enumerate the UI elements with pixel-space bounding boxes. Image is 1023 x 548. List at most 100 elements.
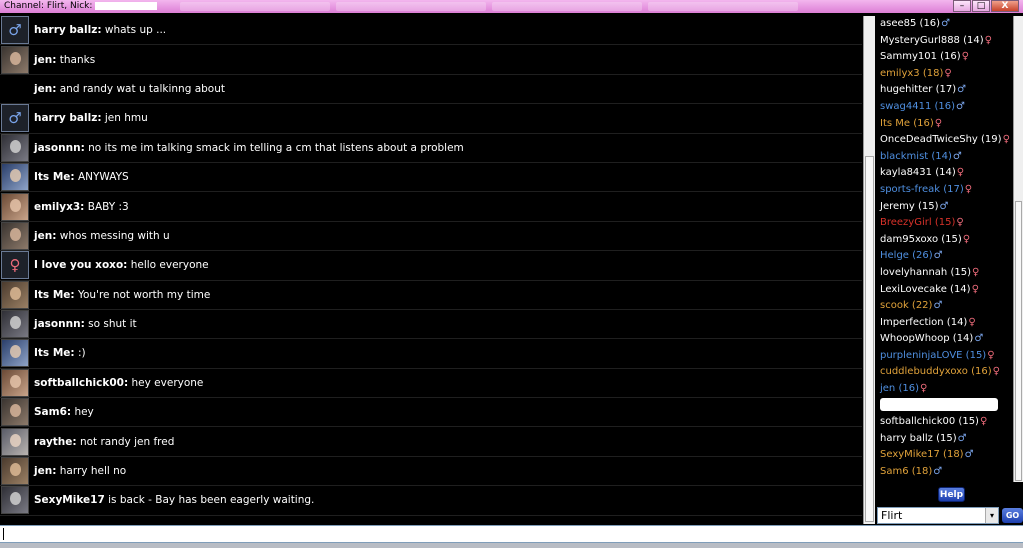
- user-list-item[interactable]: dam95xoxo (15)♀: [876, 232, 1012, 249]
- chat-message-row: Its Me: You're not worth my time: [0, 280, 862, 310]
- user-avatar-photo[interactable]: [1, 280, 29, 309]
- male-avatar-icon[interactable]: ♂: [1, 104, 29, 133]
- chat-body: not randy jen fred: [79, 435, 175, 448]
- user-list-item[interactable]: SexyMike17 (18)♂: [876, 447, 1012, 464]
- chat-nick[interactable]: jasonnn:: [34, 142, 85, 154]
- user-avatar-photo[interactable]: [1, 221, 29, 250]
- chat-message-text: jasonnn: no its me im talking smack im t…: [34, 142, 464, 154]
- user-list-item[interactable]: harry ballz (15)♂: [876, 431, 1012, 448]
- user-list-item[interactable]: scook (22)♂: [876, 298, 1012, 315]
- title-bar: Channel: Flirt, Nick: – □ X: [0, 0, 1023, 13]
- chat-nick[interactable]: Its Me:: [34, 171, 75, 183]
- chat-nick[interactable]: raythe:: [34, 436, 77, 448]
- close-button[interactable]: X: [991, 0, 1019, 12]
- chat-message-text: SexyMike17 is back - Bay has been eagerl…: [34, 494, 314, 506]
- user-list-item[interactable]: kayla8431 (14)♀: [876, 165, 1012, 182]
- chat-message-text: jen: harry hell no: [34, 465, 126, 477]
- user-avatar-photo[interactable]: [1, 310, 29, 339]
- chat-nick[interactable]: jen:: [34, 83, 56, 95]
- user-avatar-photo[interactable]: [1, 192, 29, 221]
- user-list-item[interactable]: Jeremy (15)♂: [876, 199, 1012, 216]
- user-list-item[interactable]: lovelyhannah (15)♀: [876, 265, 1012, 282]
- male-icon: ♂: [952, 150, 962, 162]
- user-list-item[interactable]: Its Me (16)♀: [876, 116, 1012, 133]
- chat-nick[interactable]: jasonnn:: [34, 318, 85, 330]
- user-list-item[interactable]: BreezyGirl (15)♀: [876, 215, 1012, 232]
- user-list-item[interactable]: sports-freak (17)♀: [876, 182, 1012, 199]
- chat-message-text: Its Me: You're not worth my time: [34, 289, 210, 301]
- user-list-item[interactable]: asee85 (16)♂: [876, 16, 1012, 33]
- user-list-item[interactable]: WhoopWhoop (14)♂: [876, 331, 1012, 348]
- background-taskbar-strip: [180, 2, 798, 12]
- male-icon: ♂: [8, 109, 22, 128]
- female-icon: ♀: [987, 349, 995, 361]
- user-list-item[interactable]: LexiLovecake (14)♀: [876, 282, 1012, 299]
- female-icon: ♀: [968, 316, 976, 328]
- user-list-item[interactable]: Helge (26)♂: [876, 248, 1012, 265]
- user-list-scrollbar[interactable]: [1013, 16, 1023, 482]
- user-avatar-photo[interactable]: [1, 163, 29, 192]
- user-list-item[interactable]: Sam6 (18)♂: [876, 464, 1012, 481]
- chat-nick[interactable]: harry ballz:: [34, 24, 102, 36]
- chat-message-text: jen: thanks: [34, 54, 95, 66]
- help-button[interactable]: Help: [938, 487, 965, 502]
- minimize-button[interactable]: –: [953, 0, 971, 12]
- user-avatar-photo[interactable]: [1, 339, 29, 368]
- user-list-item[interactable]: emilyx3 (18)♀: [876, 66, 1012, 83]
- user-list-item[interactable]: OnceDeadTwiceShy (19)♀: [876, 132, 1012, 149]
- user-list-item[interactable]: purpleninjaLOVE (15)♀: [876, 348, 1012, 365]
- user-avatar-photo[interactable]: [1, 45, 29, 74]
- chat-nick[interactable]: Its Me:: [34, 347, 75, 359]
- user-list-item[interactable]: MysteryGurl888 (14)♀: [876, 33, 1012, 50]
- chat-nick[interactable]: Sam6:: [34, 406, 71, 418]
- user-name: LexiLovecake (14): [880, 283, 971, 295]
- user-avatar-photo[interactable]: [1, 486, 29, 515]
- chat-scrollbar-thumb[interactable]: [865, 156, 874, 522]
- user-list[interactable]: asee85 (16)♂ MysteryGurl888 (14)♀ Sammy101…: [876, 16, 1012, 482]
- user-list-item[interactable]: [876, 398, 1012, 415]
- female-avatar-icon[interactable]: ♀: [1, 251, 29, 280]
- chat-nick[interactable]: emilyx3:: [34, 201, 84, 213]
- user-name: Jeremy (15): [880, 200, 939, 212]
- chat-scrollbar[interactable]: [863, 16, 875, 524]
- user-list-item[interactable]: blackmist (14)♂: [876, 149, 1012, 166]
- user-list-item[interactable]: swag4411 (16)♂: [876, 99, 1012, 116]
- chat-nick[interactable]: SexyMike17: [34, 494, 105, 506]
- chat-messages[interactable]: ♂ harry ballz: whats up ... jen: thanks jen…: [0, 16, 862, 524]
- user-list-item[interactable]: Sammy101 (16)♀: [876, 49, 1012, 66]
- chat-nick[interactable]: I love you xoxo:: [34, 259, 127, 271]
- user-list-item[interactable]: hugehitter (17)♂: [876, 82, 1012, 99]
- user-name: lovelyhannah (15): [880, 266, 971, 278]
- chat-nick[interactable]: harry ballz:: [34, 112, 102, 124]
- user-avatar-photo[interactable]: [1, 368, 29, 397]
- female-icon: ♀: [956, 217, 964, 229]
- channel-select[interactable]: Flirt ▾: [877, 507, 999, 524]
- male-avatar-icon[interactable]: ♂: [1, 16, 29, 45]
- user-name: Its Me (16): [880, 117, 934, 129]
- chat-nick[interactable]: softballchick00:: [34, 377, 128, 389]
- user-list-item[interactable]: cuddlebuddyxoxo (16)♀: [876, 364, 1012, 381]
- chat-nick[interactable]: jen:: [34, 465, 56, 477]
- message-input-bar: [0, 525, 1023, 543]
- chat-nick[interactable]: jen:: [34, 230, 56, 242]
- chat-body: no its me im talking smack im telling a …: [88, 141, 464, 154]
- chevron-down-icon[interactable]: ▾: [985, 508, 998, 523]
- chat-body: ANYWAYS: [77, 171, 129, 184]
- maximize-button[interactable]: □: [972, 0, 990, 12]
- chat-nick[interactable]: jen:: [34, 54, 56, 66]
- user-list-item[interactable]: Imperfection (14)♀: [876, 315, 1012, 332]
- chat-message-row: ♂ harry ballz: whats up ...: [0, 16, 862, 46]
- go-button[interactable]: GO: [1002, 508, 1023, 523]
- user-avatar-photo[interactable]: [1, 427, 29, 456]
- user-avatar-photo[interactable]: [1, 398, 29, 427]
- male-icon: ♂: [941, 18, 951, 29]
- user-list-item[interactable]: softballchick00 (15)♀: [876, 414, 1012, 431]
- user-name: swag4411 (16): [880, 100, 956, 112]
- message-input[interactable]: [0, 526, 1023, 542]
- user-list-item[interactable]: jen (16)♀: [876, 381, 1012, 398]
- user-avatar-photo[interactable]: [1, 133, 29, 162]
- user-avatar-photo[interactable]: [1, 457, 29, 486]
- chat-nick[interactable]: Its Me:: [34, 289, 75, 301]
- user-list-scrollbar-thumb[interactable]: [1015, 201, 1022, 481]
- chat-body: so shut it: [88, 318, 137, 331]
